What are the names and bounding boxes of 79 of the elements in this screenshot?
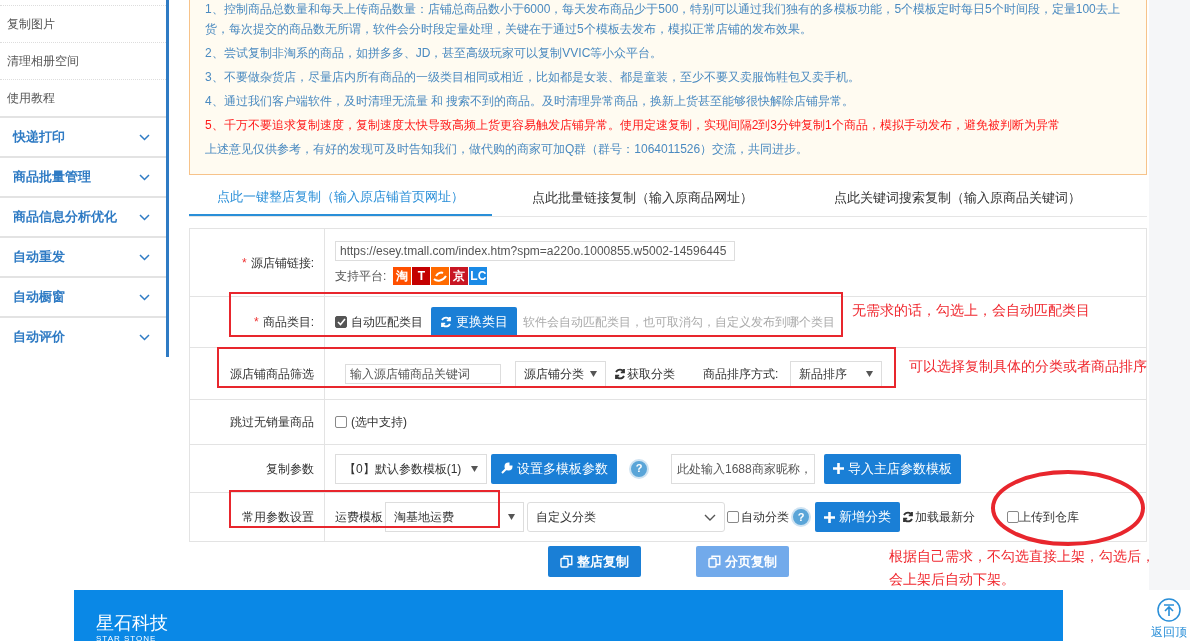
button[interactable]: 导入主店参数模板 [824,453,961,484]
platforms-label: 支持平台: [335,267,387,285]
chevron-icon [139,133,150,141]
platform-badge: LC [469,266,488,285]
checkbox-label: 上传到仓库 [1019,509,1079,526]
refresh-icon [902,511,914,523]
platform-badge: 淘 [393,266,412,285]
refresh-icon [614,367,626,380]
annotation-text: 根据自己需求，不勾选直接上架，勾选后，会上架后自动下架。 [889,547,1156,589]
field-label: 源店铺商品筛选 [230,365,314,383]
notice-text: 4、通过我们客户端软件，及时清理无流量 和 搜索不到的商品。及时清理异常商品，换新上货甚至能够很快解除店铺异常。 [205,93,856,110]
chevron-icon [139,293,150,301]
field-label: 常用参数设置 [242,509,314,526]
checkbox[interactable] [1007,511,1019,523]
notice-text: 2、尝试复制非淘系的商品，如拼多多、JD，甚至高级玩家可以复制VVIC等小众平台。 [205,45,664,62]
reload-link[interactable]: 加载最新分 [902,508,975,526]
select-field[interactable]: 新品排序 [790,360,883,387]
plus-icon [833,463,844,474]
checkbox[interactable] [727,511,739,523]
button[interactable]: 新增分类 [815,502,900,532]
field-label: 复制参数 [266,460,314,478]
select-field[interactable]: 【0】默认参数模板(1) [335,453,487,484]
arrow-up-icon [1157,598,1181,622]
select-field[interactable]: 自定义分类 [527,502,725,532]
select-field[interactable]: 源店铺分类 [515,360,606,387]
brand-name: 星石科技 [96,612,169,634]
sidebar-link[interactable]: 清理相册空间 [7,52,79,70]
help-button[interactable]: ? [629,458,649,479]
checkbox-label: (选中支持) [351,414,407,431]
sidebar-link[interactable]: 复制图片 [7,15,55,33]
sort-label: 商品排序方式: [703,365,779,383]
chevron-icon [704,513,716,521]
platform-badge: 京 [450,266,469,285]
checkbox[interactable] [335,416,347,428]
chevron-icon [139,253,150,261]
checkbox[interactable] [335,316,347,328]
field-label: 源店铺链接: [250,254,314,272]
annotation-text: 无需求的话，勾选上，会自动匹配类目 [852,301,1091,320]
caret-icon [508,514,515,520]
field-label: 跳过无销量商品 [230,414,314,431]
refresh-icon [440,316,452,328]
nickname-input-field[interactable]: 此处输入1688商家昵称， [671,453,815,484]
field-label: 商品类目: [262,314,314,331]
chevron-icon [139,333,150,341]
chevron-icon [139,173,150,181]
caret-icon [866,370,874,377]
button[interactable]: 更换类目 [431,307,517,337]
checkbox-label: 自动分类 [741,509,789,526]
annotation-text: 可以选择复制具体的分类或者商品排序 [909,357,1148,376]
button[interactable]: 设置多模板参数 [491,453,617,484]
url-input-field[interactable]: https://esey.tmall.com/index.htm?spm=a220o.1000855.w5002-14596445 [335,240,735,261]
caret-icon [471,465,478,472]
required-mark: * [254,314,259,331]
hint-text: 软件会自动匹配类目，也可取消勾，自定义发布到哪个类目 [523,314,835,331]
chevron-icon [139,213,150,221]
tab[interactable]: 点此关键词搜索复制（输入原商品关键词） [792,180,1122,216]
select-field[interactable]: 淘基地运费 [385,502,524,532]
back-to-top-button[interactable]: 返回顶 [1148,598,1190,641]
platform-badge: T [412,266,431,285]
fetch-link[interactable]: 获取分类 [614,364,675,383]
copy-icon [708,555,721,568]
wrench-icon [500,462,513,475]
notice-text: 1、控制商品总数量和每天上传商品数量：店铺总商品数小于6000，每天发布商品少于500，特别可以通过我们独有的多模板功能，5个模板定时每日5个时间段，定量100去上货，每次提交的商品数无所谓，软件会分时段定量处理，关键在于通过5个模板去发布，模拟正常店铺的发布效果。 [205,1,1121,38]
sidebar-link[interactable]: 使用教程 [7,89,55,107]
brand-subtitle: STAR STONE [96,634,158,641]
warning-text: 5、千万不要追求复制速度，复制速度太快导致高频上货更容易触发店铺异常。使用定速复制，实现间隔2到3分钟复制1个商品，模拟手动发布，避免被判断为异常 [205,117,1061,134]
plus-icon [824,511,835,523]
copy-icon [560,555,573,568]
tab[interactable]: 点此批量链接复制（输入原商品网址） [492,180,792,216]
notice-text: 上述意见仅供参考，有好的发现可及时告知我们，做代购的商家可加Q群（群号：1064011526）交流，共同进步。 [205,141,810,158]
checkbox-label: 自动匹配类目 [351,314,423,331]
notice-text: 3、不要做杂货店，尽量店内所有商品的一级类目相同或相近，比如都是女装、都是童装，至少不要又卖服饰鞋包又卖手机。 [205,69,861,86]
caret-icon [590,370,597,377]
tab[interactable]: 点此一键整店复制（输入原店铺首页网址） [189,180,492,216]
keyword-input-field[interactable]: 输入源店铺商品关键词 [345,363,501,384]
help-button[interactable]: ? [791,507,811,527]
shipping-label: 运费模板 [335,509,383,526]
required-mark: * [242,254,247,272]
button[interactable]: 整店复制 [548,546,641,577]
